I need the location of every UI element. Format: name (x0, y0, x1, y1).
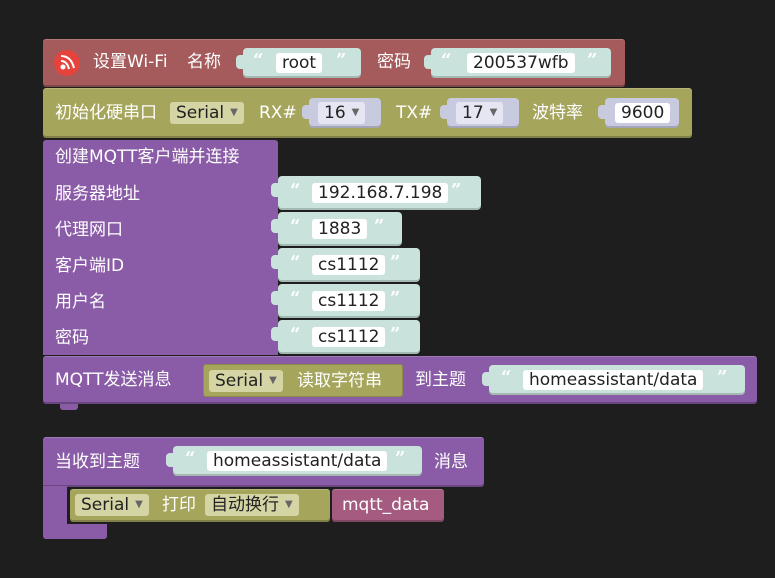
mqtt-publish-label: MQTT发送消息 (55, 370, 172, 390)
client-id-field[interactable]: cs1112 (312, 255, 386, 275)
open-quote-icon: “ (290, 324, 301, 345)
mqtt-data-label: mqtt_data (342, 495, 430, 515)
newline-value: 自动换行 (211, 495, 279, 515)
open-quote-icon: “ (185, 448, 196, 469)
mqtt-data-variable[interactable]: mqtt_data (332, 489, 444, 522)
password-label: 密码 (377, 52, 411, 72)
mqtt-password-socket[interactable]: “ cs1112 ” (271, 320, 420, 354)
port-socket[interactable]: “ 1883 ” (271, 212, 402, 246)
wifi-block[interactable]: 设置Wi-Fi 名称 “ root ” 密码 “ 200537wfb ” (43, 39, 625, 87)
username-socket[interactable]: “ cs1112 ” (271, 284, 420, 318)
chevron-down-icon: ▼ (351, 107, 360, 118)
client-id-socket[interactable]: “ cs1112 ” (271, 248, 420, 282)
chevron-down-icon: ▼ (269, 375, 277, 386)
read-string-label: 读取字符串 (297, 371, 382, 391)
mqtt-connect-title: 创建MQTT客户端并连接 (55, 147, 240, 167)
close-quote-icon: ” (390, 324, 401, 345)
username-label: 用户名 (55, 292, 106, 312)
serial-read-block[interactable]: Serial ▼ 读取字符串 (203, 364, 403, 397)
subscribe-label: 当收到主题 (55, 452, 140, 472)
print-port-value: Serial (81, 495, 130, 515)
open-quote-icon: “ (290, 288, 301, 309)
print-label: 打印 (162, 495, 196, 515)
baud-label: 波特率 (532, 103, 583, 123)
open-quote-icon: “ (290, 180, 301, 201)
ssid-socket[interactable]: “ root ” (236, 48, 361, 78)
block-connector (60, 404, 78, 410)
serial-port-dropdown[interactable]: Serial ▼ (170, 102, 244, 124)
server-field[interactable]: 192.168.7.198 (312, 183, 449, 203)
publish-topic-field[interactable]: homeassistant/data (523, 370, 704, 390)
username-field[interactable]: cs1112 (312, 291, 386, 311)
serial-port-value: Serial (176, 103, 225, 123)
server-socket[interactable]: “ 192.168.7.198 ” (271, 176, 481, 210)
rx-dropdown[interactable]: 16 ▼ (318, 102, 366, 124)
chevron-down-icon: ▼ (230, 107, 238, 118)
subscribe-block-foot (43, 524, 107, 539)
publish-port-dropdown[interactable]: Serial ▼ (209, 370, 283, 392)
mqtt-password-label: 密码 (55, 328, 89, 348)
mqtt-password-field[interactable]: cs1112 (312, 327, 386, 347)
print-port-dropdown[interactable]: Serial ▼ (75, 494, 149, 516)
espressif-icon (54, 50, 80, 76)
open-quote-icon: “ (290, 252, 301, 273)
publish-topic-socket[interactable]: “ homeassistant/data ” (482, 365, 745, 395)
server-label: 服务器地址 (55, 184, 140, 204)
open-quote-icon: “ (441, 50, 452, 71)
tx-dropdown[interactable]: 17 ▼ (456, 102, 504, 124)
port-field[interactable]: 1883 (312, 219, 368, 239)
open-quote-icon: “ (501, 367, 512, 388)
to-topic-label: 到主题 (415, 370, 466, 390)
mqtt-publish-block[interactable]: MQTT发送消息 Serial ▼ 读取字符串 到主题 “ homeassista… (43, 356, 757, 404)
ssid-field[interactable]: root (276, 53, 323, 73)
port-label: 代理网口 (55, 220, 123, 240)
serial-init-label: 初始化硬串口 (55, 103, 157, 123)
mqtt-connect-block[interactable]: 创建MQTT客户端并连接 服务器地址 代理网口 客户端ID 用户名 密码 (43, 140, 278, 355)
publish-port-value: Serial (215, 371, 264, 391)
open-quote-icon: “ (290, 216, 301, 237)
baud-field[interactable]: 9600 (615, 103, 671, 123)
subscribe-block-arm (43, 486, 67, 526)
chevron-down-icon: ▼ (285, 499, 293, 510)
newline-dropdown[interactable]: 自动换行 ▼ (205, 494, 299, 516)
close-quote-icon: ” (451, 180, 462, 201)
close-quote-icon: ” (717, 367, 728, 388)
close-quote-icon: ” (374, 216, 385, 237)
serial-print-block[interactable]: Serial ▼ 打印 自动换行 ▼ (70, 489, 330, 522)
tx-label: TX# (396, 103, 433, 123)
subscribe-topic-socket[interactable]: “ homeassistant/data ” (166, 446, 422, 476)
mqtt-subscribe-block[interactable]: 当收到主题 “ homeassistant/data ” 消息 (43, 437, 484, 487)
close-quote-icon: ” (390, 288, 401, 309)
tx-socket[interactable]: 17 ▼ (440, 98, 519, 128)
close-quote-icon: ” (395, 448, 406, 469)
rx-value: 16 (324, 103, 346, 123)
password-field[interactable]: 200537wfb (467, 53, 575, 73)
chevron-down-icon: ▼ (489, 107, 498, 118)
message-label: 消息 (434, 452, 468, 472)
serial-init-block[interactable]: 初始化硬串口 Serial ▼ RX# 16 ▼ TX# 17 ▼ 波特率 9600 (43, 88, 692, 138)
wifi-label: 设置Wi-Fi (93, 52, 168, 72)
subscribe-topic-field[interactable]: homeassistant/data (207, 451, 388, 471)
password-socket[interactable]: “ 200537wfb ” (424, 48, 611, 78)
close-quote-icon: ” (587, 50, 598, 71)
baud-socket[interactable]: 9600 (598, 98, 679, 128)
client-id-label: 客户端ID (55, 256, 125, 276)
open-quote-icon: “ (253, 50, 264, 71)
ssid-label: 名称 (187, 52, 221, 72)
close-quote-icon: ” (390, 252, 401, 273)
rx-socket[interactable]: 16 ▼ (302, 98, 381, 128)
chevron-down-icon: ▼ (135, 499, 143, 510)
close-quote-icon: ” (336, 50, 347, 71)
rx-label: RX# (259, 103, 297, 123)
tx-value: 17 (462, 103, 484, 123)
